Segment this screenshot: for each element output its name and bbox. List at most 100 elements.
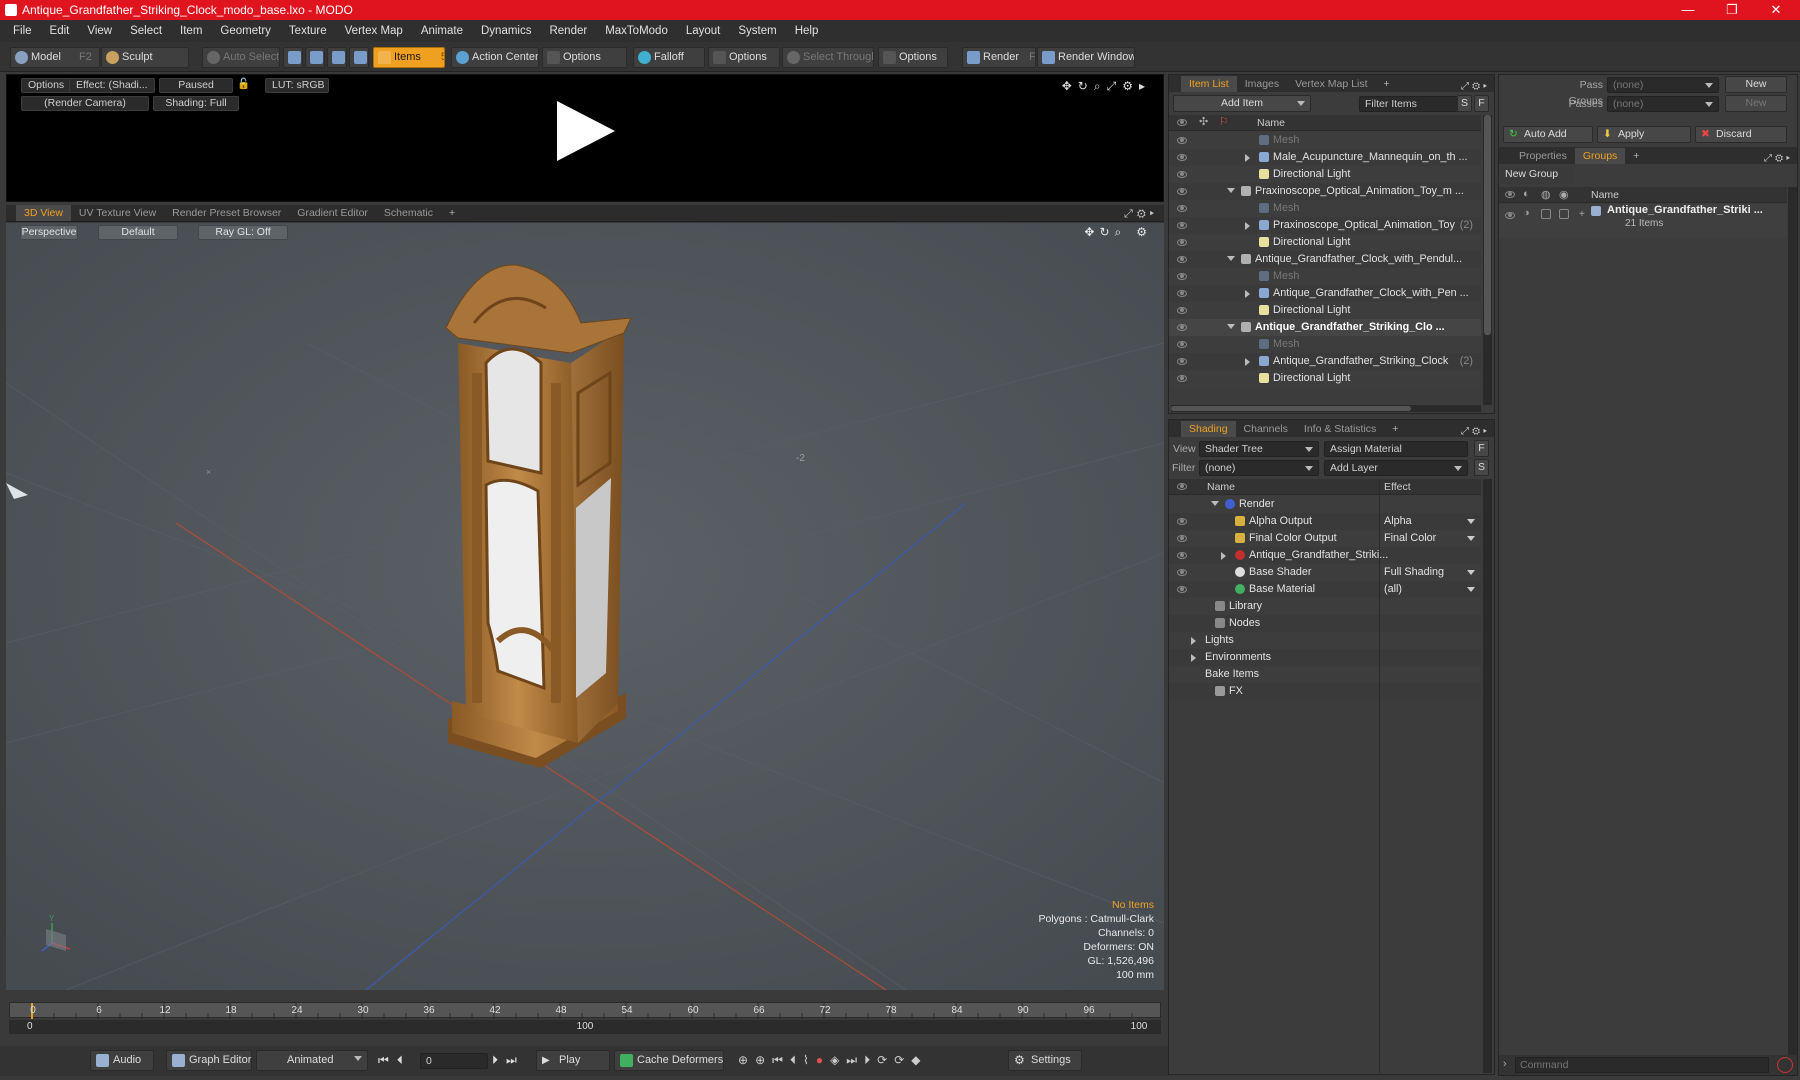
item-list-row[interactable]: Directional Light <box>1169 234 1481 251</box>
filter-s-button[interactable]: S <box>1457 95 1472 112</box>
tab-uv-texture-view[interactable]: UV Texture View <box>71 205 164 221</box>
command-input[interactable] <box>1515 1057 1769 1073</box>
item-list-row[interactable]: Mesh <box>1169 132 1481 149</box>
shader-tree-row[interactable]: Alpha Output Alpha <box>1169 513 1481 530</box>
menu-item[interactable]: Item <box>171 20 211 42</box>
shader-tree-row[interactable]: Bake Items <box>1169 666 1481 683</box>
auto-add-button[interactable]: ↻ Auto Add <box>1503 126 1593 143</box>
shader-tree-row[interactable]: Nodes <box>1169 615 1481 632</box>
visibility-icon[interactable] <box>1177 358 1187 365</box>
vertices-mode-button[interactable] <box>283 47 303 68</box>
minimize-button[interactable]: — <box>1666 0 1710 20</box>
item-list-row[interactable]: Antique_Grandfather_Clock_with_Pendul... <box>1169 251 1481 268</box>
expand-arrow-icon[interactable] <box>1191 637 1196 645</box>
perspective-dropdown[interactable]: Perspective <box>20 225 78 240</box>
visibility-icon[interactable] <box>1177 569 1187 576</box>
render-window-button[interactable]: Render Window <box>1037 47 1135 68</box>
new-pass-group-button[interactable]: New <box>1725 76 1787 93</box>
render-icon[interactable]: ◑ <box>1523 207 1530 219</box>
shader-tree-row[interactable]: Final Color Output Final Color <box>1169 530 1481 547</box>
loop-icon[interactable]: ⟳ <box>894 1053 911 1067</box>
tab-groups[interactable]: Groups <box>1574 148 1626 164</box>
hscroll-thumb[interactable] <box>1171 406 1411 411</box>
visibility-icon[interactable] <box>1177 518 1187 525</box>
chevron-down-icon[interactable] <box>1467 587 1475 592</box>
visibility-icon[interactable] <box>1177 188 1187 195</box>
step-back-icon[interactable]: ⏴ <box>397 1053 411 1067</box>
menu-geometry[interactable]: Geometry <box>211 20 280 42</box>
apply-button[interactable]: ⬇ Apply <box>1597 126 1691 143</box>
preview-camera-dropdown[interactable]: (Render Camera) <box>21 96 149 111</box>
expand-arrow-icon[interactable] <box>1191 654 1196 662</box>
group-row[interactable]: ◑ + Antique_Grandfather_Striki ... 21 It… <box>1499 204 1787 238</box>
timeline-range-bar[interactable]: 0 100 100 <box>9 1020 1161 1034</box>
grandfather-clock-model[interactable] <box>445 264 632 768</box>
assign-material-button[interactable]: Assign Material <box>1324 441 1468 457</box>
expand-icon[interactable]: ⤢ <box>1461 81 1472 92</box>
groups-scrollbar[interactable] <box>1788 187 1797 1055</box>
tab-render-preset-browser[interactable]: Render Preset Browser <box>164 205 289 221</box>
menu-render[interactable]: Render <box>540 20 596 42</box>
skip-start-icon[interactable]: ⏮ <box>378 1053 397 1067</box>
menu-edit[interactable]: Edit <box>41 20 79 42</box>
gear-icon[interactable]: ⚙ <box>1136 225 1152 239</box>
item-list-row[interactable]: Antique_Grandfather_Striking_Clo ... <box>1169 319 1481 336</box>
record-icon[interactable]: ● <box>816 1053 830 1067</box>
visibility-icon[interactable] <box>1177 171 1187 178</box>
item-list-row[interactable]: Antique_Grandfather_Striking_Clock (2) <box>1169 353 1481 370</box>
shader-tree-row[interactable]: Library <box>1169 598 1481 615</box>
expand-arrow-icon[interactable] <box>1245 154 1250 162</box>
expand-arrow-icon[interactable] <box>1221 552 1226 560</box>
model-mode-button[interactable]: Model F2 <box>10 47 100 68</box>
filter-f-button[interactable]: F <box>1474 95 1489 112</box>
falloff-options-button[interactable]: Options <box>708 47 780 68</box>
menu-layout[interactable]: Layout <box>677 20 730 42</box>
expand-plus-icon[interactable]: + <box>1579 209 1585 220</box>
expand-icon[interactable]: ⤢ <box>1764 153 1775 164</box>
effect-column-header[interactable]: Effect <box>1384 481 1411 493</box>
visibility-icon[interactable] <box>1505 212 1515 219</box>
new-group-button[interactable]: New Group <box>1501 167 1573 184</box>
expand-icon[interactable]: ⤢ <box>1461 426 1472 437</box>
add-tab-button[interactable]: + <box>1376 76 1398 92</box>
menu-help[interactable]: Help <box>786 20 828 42</box>
raygl-dropdown[interactable]: Ray GL: Off <box>198 225 288 240</box>
menu-file[interactable]: File <box>4 20 41 42</box>
materials-mode-button[interactable] <box>349 47 369 68</box>
chevron-down-icon[interactable] <box>1467 519 1475 524</box>
play-preview-icon[interactable] <box>557 101 615 161</box>
shader-tree-row[interactable]: FX <box>1169 683 1481 700</box>
item-list-row[interactable]: Male_Acupuncture_Mannequin_on_th ... <box>1169 149 1481 166</box>
collapse-arrow-icon[interactable] <box>1227 256 1235 261</box>
add-tab-button[interactable]: + <box>1625 148 1647 164</box>
settings-button[interactable]: ⚙ Settings <box>1008 1050 1082 1071</box>
gear-icon[interactable]: ⚙ <box>1137 208 1150 220</box>
item-list-row[interactable]: Directional Light <box>1169 166 1481 183</box>
tab-item-list[interactable]: Item List <box>1181 76 1237 92</box>
move-icon[interactable]: ✥ <box>1084 225 1099 239</box>
expand-arrow-icon[interactable] <box>1245 290 1250 298</box>
visibility-icon[interactable] <box>1177 205 1187 212</box>
prev-key-icon[interactable]: ⏮ <box>772 1053 790 1067</box>
visibility-icon[interactable] <box>1177 341 1187 348</box>
visibility-icon[interactable] <box>1177 256 1187 263</box>
shader-tree-row[interactable]: Render <box>1169 496 1481 513</box>
shader-tree-row[interactable]: Base Material (all) <box>1169 581 1481 598</box>
3d-viewport[interactable]: × -2 Y Perspective Default Ray GL: Off ✥… <box>6 223 1164 990</box>
filter-dropdown[interactable]: (none) <box>1199 460 1319 476</box>
new-pass-button[interactable]: New <box>1725 95 1787 112</box>
chevron-right-icon[interactable]: ▸ <box>1483 81 1490 92</box>
visibility-icon[interactable] <box>1177 239 1187 246</box>
collapse-arrow-icon[interactable] <box>1211 501 1219 506</box>
visibility-icon[interactable] <box>1177 273 1187 280</box>
menu-texture[interactable]: Texture <box>280 20 336 42</box>
tab-shading[interactable]: Shading <box>1181 421 1236 437</box>
tab-3d-view[interactable]: 3D View <box>16 205 71 221</box>
auto-select-button[interactable]: Auto Select <box>202 47 280 68</box>
preview-effect-dropdown[interactable]: Effect: (Shadi... <box>69 78 155 93</box>
visibility-icon[interactable] <box>1177 290 1187 297</box>
item-list-row[interactable]: Antique_Grandfather_Clock_with_Pen ... <box>1169 285 1481 302</box>
sculpt-mode-button[interactable]: Sculpt <box>101 47 189 68</box>
menu-view[interactable]: View <box>78 20 121 42</box>
add-layer-dropdown[interactable]: Add Layer <box>1324 460 1468 476</box>
